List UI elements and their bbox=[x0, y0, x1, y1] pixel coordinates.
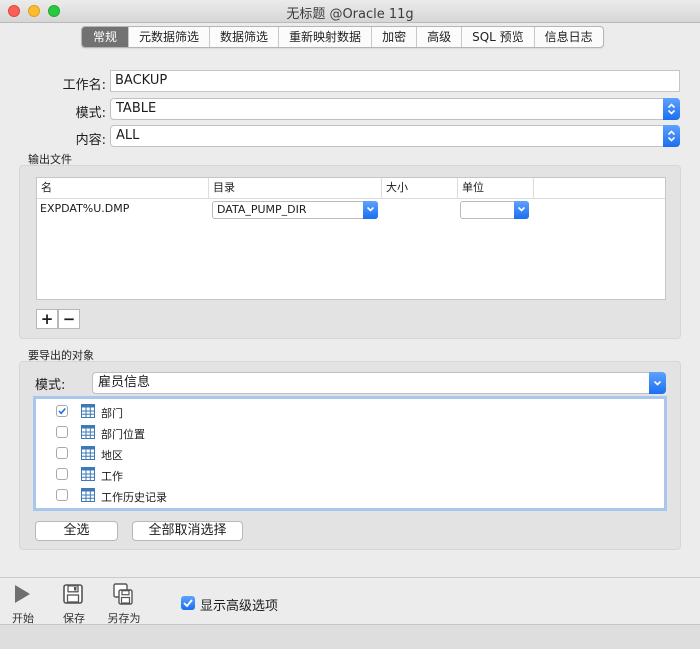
table-icon bbox=[81, 404, 95, 418]
save-as-icon bbox=[113, 583, 133, 605]
list-item[interactable]: 工作历史记录 bbox=[36, 485, 664, 506]
save-button[interactable]: 保存 bbox=[54, 578, 94, 628]
checkbox-checked[interactable] bbox=[56, 405, 68, 417]
directory-select[interactable]: DATA_PUMP_DIR bbox=[212, 201, 378, 219]
tab-bar: 常规 元数据筛选 数据筛选 重新映射数据 加密 高级 SQL 预览 信息日志 bbox=[81, 26, 604, 48]
job-name-input[interactable]: BACKUP bbox=[110, 70, 680, 92]
table-icon bbox=[81, 446, 95, 460]
chevron-down-icon bbox=[363, 201, 378, 219]
export-window: 无标题 @Oracle 11g 常规 元数据筛选 数据筛选 重新映射数据 加密 … bbox=[0, 0, 700, 649]
list-item[interactable]: 部门 bbox=[36, 401, 664, 422]
tab-advanced[interactable]: 高级 bbox=[417, 27, 463, 47]
schema-select-value: 雇员信息 bbox=[98, 375, 151, 390]
checkbox[interactable] bbox=[56, 426, 68, 438]
table-icon bbox=[81, 467, 95, 481]
remove-file-button[interactable]: − bbox=[58, 309, 80, 329]
window-title: 无标题 @Oracle 11g bbox=[286, 7, 414, 22]
status-bar bbox=[0, 624, 700, 649]
list-item[interactable]: 部门位置 bbox=[36, 422, 664, 443]
job-name-label: 工作名: bbox=[62, 78, 106, 93]
schema-select[interactable]: 雇员信息 bbox=[92, 372, 666, 394]
content-select[interactable]: ALL bbox=[110, 125, 680, 147]
list-item-partial bbox=[36, 506, 664, 511]
tab-general[interactable]: 常规 bbox=[82, 27, 130, 47]
save-as-button[interactable]: 另存为 bbox=[104, 578, 144, 628]
floppy-disk-icon bbox=[63, 584, 83, 604]
tab-remap-data[interactable]: 重新映射数据 bbox=[279, 27, 373, 47]
mode-label: 模式: bbox=[75, 106, 106, 121]
table-header: 名 目录 大小 单位 bbox=[37, 178, 665, 199]
start-button[interactable]: 开始 bbox=[3, 578, 43, 628]
checkbox[interactable] bbox=[56, 447, 68, 459]
objects-list[interactable]: 部门 部门位置 地区 工作 工作历史记录 bbox=[33, 396, 667, 511]
list-item[interactable]: 地区 bbox=[36, 443, 664, 464]
tab-sql-preview[interactable]: SQL 预览 bbox=[462, 27, 535, 47]
chevron-updown-icon bbox=[663, 98, 680, 120]
show-advanced-checkbox[interactable] bbox=[181, 596, 195, 610]
column-unit-header[interactable]: 单位 bbox=[458, 178, 534, 198]
column-name-header[interactable]: 名 bbox=[37, 178, 209, 198]
tab-message-log[interactable]: 信息日志 bbox=[535, 27, 603, 47]
output-files-group: 名 目录 大小 单位 EXPDAT%U.DMP DATA_PUMP_DIR + … bbox=[19, 165, 681, 339]
tab-encryption[interactable]: 加密 bbox=[372, 27, 418, 47]
output-files-table: 名 目录 大小 单位 EXPDAT%U.DMP DATA_PUMP_DIR bbox=[36, 177, 666, 300]
select-all-button[interactable]: 全选 bbox=[35, 521, 118, 541]
tab-data-filter[interactable]: 数据筛选 bbox=[210, 27, 280, 47]
mode-select[interactable]: TABLE bbox=[110, 98, 680, 120]
list-item-label: 地区 bbox=[101, 449, 123, 462]
column-directory-header[interactable]: 目录 bbox=[209, 178, 382, 198]
chevron-updown-icon bbox=[663, 125, 680, 147]
unit-select[interactable] bbox=[460, 201, 529, 219]
list-item-label: 部门位置 bbox=[101, 428, 145, 441]
list-item-label: 工作历史记录 bbox=[101, 491, 167, 504]
title-bar: 无标题 @Oracle 11g bbox=[0, 0, 700, 23]
table-icon bbox=[81, 425, 95, 439]
directory-select-value: DATA_PUMP_DIR bbox=[217, 203, 307, 216]
chevron-down-icon bbox=[514, 201, 529, 219]
file-name-cell[interactable]: EXPDAT%U.DMP bbox=[40, 202, 129, 215]
tab-metadata-filter[interactable]: 元数据筛选 bbox=[129, 27, 211, 47]
table-icon bbox=[81, 488, 95, 502]
checkbox[interactable] bbox=[56, 468, 68, 480]
mode-select-value: TABLE bbox=[116, 101, 157, 116]
list-item-label: 工作 bbox=[101, 470, 123, 483]
chevron-down-icon bbox=[649, 372, 666, 394]
table-icon bbox=[81, 509, 95, 511]
list-item-label: 部门 bbox=[101, 407, 123, 420]
content-label: 内容: bbox=[75, 133, 106, 148]
schema-label: 模式: bbox=[35, 378, 66, 393]
play-icon bbox=[15, 585, 30, 603]
add-file-button[interactable]: + bbox=[36, 309, 58, 329]
list-item[interactable]: 工作 bbox=[36, 464, 664, 485]
deselect-all-button[interactable]: 全部取消选择 bbox=[132, 521, 243, 541]
content-select-value: ALL bbox=[116, 128, 140, 143]
column-size-header[interactable]: 大小 bbox=[382, 178, 458, 198]
objects-group: 模式: 雇员信息 部门 部门位置 地区 工作 工作历史记录 全选 全部取消选择 bbox=[19, 361, 681, 550]
show-advanced-label: 显示高级选项 bbox=[200, 599, 279, 614]
checkbox[interactable] bbox=[56, 489, 68, 501]
